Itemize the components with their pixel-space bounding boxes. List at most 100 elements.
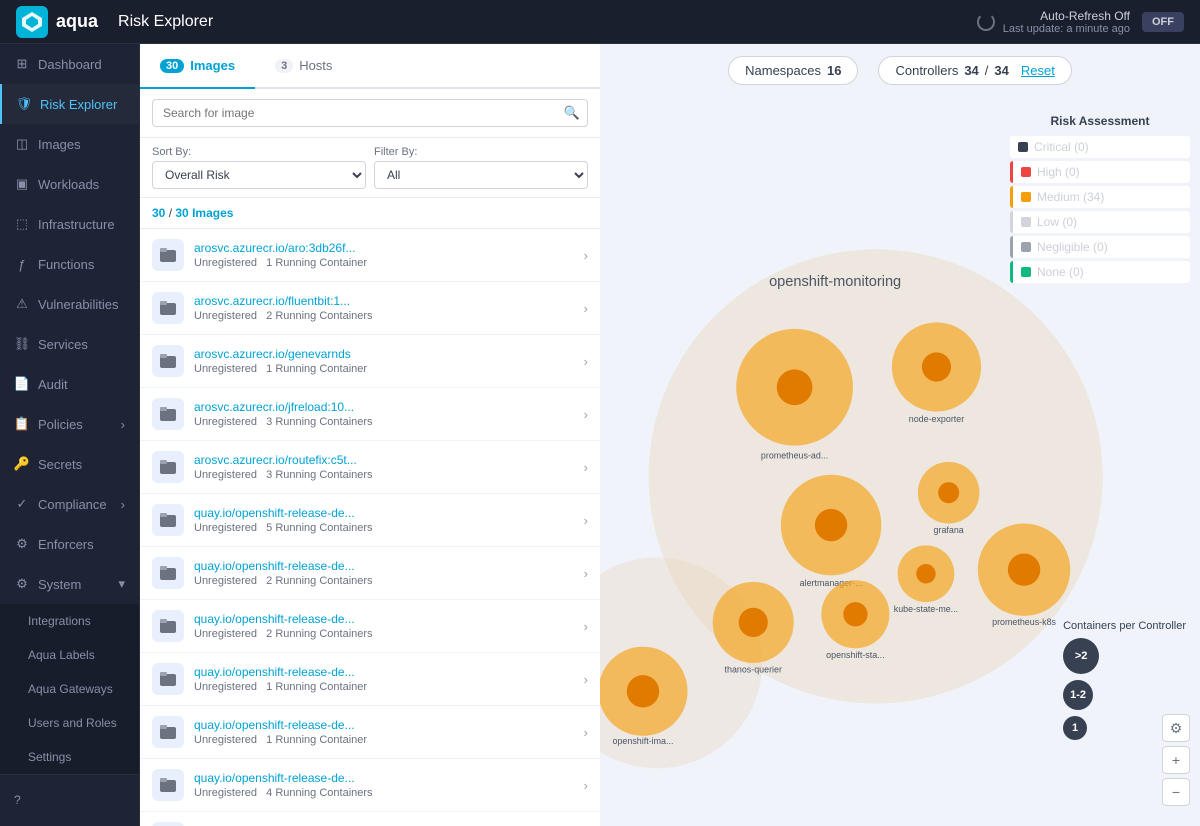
sidebar-item-aqua-gateways[interactable]: Aqua Gateways	[0, 672, 139, 706]
risk-assessment-panel: Risk Assessment Critical (0) High (0) Me…	[1000, 104, 1200, 296]
sidebar-item-settings[interactable]: Settings	[0, 740, 139, 774]
list-item[interactable]: quay.io/openshift-release-de... Unregist…	[140, 547, 600, 600]
sidebar-item-label: System	[38, 577, 81, 592]
zoom-out-button[interactable]: −	[1162, 778, 1190, 806]
tab-images[interactable]: 30 Images	[140, 44, 255, 89]
link-icon: ⛓	[14, 336, 30, 352]
list-item[interactable]: arosvc.azurecr.io/routefix:c5t... Unregi…	[140, 441, 600, 494]
sidebar: ⊞ Dashboard 🛡 Risk Explorer ◫ Images ▣ W…	[0, 44, 140, 826]
image-meta: Unregistered 1 Running Container	[194, 734, 574, 746]
filter-label: Filter By:	[374, 146, 588, 158]
sidebar-bottom-help[interactable]: ?	[0, 783, 139, 817]
list-item[interactable]: quay.io/openshift-release-de... Unregist…	[140, 600, 600, 653]
list-item[interactable]: quay.io/openshift-release-de... Unregist…	[140, 706, 600, 759]
list-item[interactable]: quay.io/openshift-release-de... Unregist…	[140, 494, 600, 547]
sidebar-item-label: Dashboard	[38, 57, 102, 72]
risk-item-negligible[interactable]: Negligible (0)	[1010, 236, 1190, 258]
chevron-down-icon: ›	[584, 354, 588, 369]
bubble-openshift-sta-inner	[843, 602, 867, 626]
sidebar-item-aqua-labels[interactable]: Aqua Labels	[0, 638, 139, 672]
search-bar: 🔍	[140, 89, 600, 138]
image-icon	[152, 345, 184, 377]
main-layout: ⊞ Dashboard 🛡 Risk Explorer ◫ Images ▣ W…	[0, 44, 1200, 826]
sidebar-item-enforcers[interactable]: ⚙ Enforcers	[0, 524, 139, 564]
auto-refresh-toggle[interactable]: OFF	[1142, 12, 1184, 32]
list-item[interactable]: arosvc.azurecr.io/fluentbit:1... Unregis…	[140, 282, 600, 335]
image-icon	[152, 504, 184, 536]
refresh-icon[interactable]	[977, 13, 995, 31]
image-icon	[152, 610, 184, 642]
list-item[interactable]: quay.io/openshift-release-de... Unregist…	[140, 812, 600, 826]
help-icon: ?	[14, 793, 21, 807]
namespaces-label: Namespaces	[745, 63, 821, 78]
sidebar-item-audit[interactable]: 📄 Audit	[0, 364, 139, 404]
sidebar-item-secrets[interactable]: 🔑 Secrets	[0, 444, 139, 484]
risk-item-medium[interactable]: Medium (34)	[1010, 186, 1190, 208]
sidebar-item-label: Audit	[38, 377, 68, 392]
sort-select[interactable]: Overall Risk	[152, 161, 366, 189]
risk-label-critical: Critical (0)	[1034, 140, 1089, 154]
tab-hosts-label: Hosts	[299, 58, 332, 73]
chevron-right-icon: ›	[121, 417, 125, 432]
risk-item-critical[interactable]: Critical (0)	[1010, 136, 1190, 158]
bubble-node-exporter-label: node-exporter	[909, 414, 964, 424]
sidebar-item-compliance[interactable]: ✓ Compliance ›	[0, 484, 139, 524]
sidebar-item-workloads[interactable]: ▣ Workloads	[0, 164, 139, 204]
sidebar-item-infrastructure[interactable]: ⬚ Infrastructure	[0, 204, 139, 244]
sidebar-item-label: Vulnerabilities	[38, 297, 118, 312]
settings-icon: ⚙	[14, 576, 30, 592]
controllers-label: Controllers	[895, 63, 958, 78]
settings-button[interactable]: ⚙	[1162, 714, 1190, 742]
sidebar-item-integrations[interactable]: Integrations	[0, 604, 139, 638]
image-name: arosvc.azurecr.io/aro:3db26f...	[194, 241, 574, 255]
list-item[interactable]: arosvc.azurecr.io/genevarnds Unregistere…	[140, 335, 600, 388]
risk-item-low[interactable]: Low (0)	[1010, 211, 1190, 233]
box-icon: ▣	[14, 176, 30, 192]
risk-label-none: None (0)	[1037, 265, 1084, 279]
image-meta: Unregistered 2 Running Containers	[194, 310, 574, 322]
list-item[interactable]: arosvc.azurecr.io/jfreload:10... Unregis…	[140, 388, 600, 441]
reset-link[interactable]: Reset	[1021, 63, 1055, 78]
tab-hosts[interactable]: 3 Hosts	[255, 44, 352, 89]
sidebar-item-users-roles[interactable]: Users and Roles	[0, 706, 139, 740]
shield-icon: 🛡	[16, 96, 32, 112]
sidebar-item-functions[interactable]: ƒ Functions	[0, 244, 139, 284]
sidebar-item-risk-explorer[interactable]: 🛡 Risk Explorer	[0, 84, 139, 124]
sidebar-bottom-notifications[interactable]: 🔔	[0, 817, 139, 826]
list-item[interactable]: arosvc.azurecr.io/aro:3db26f... Unregist…	[140, 229, 600, 282]
sidebar-item-policies[interactable]: 📋 Policies ›	[0, 404, 139, 444]
namespaces-count: 16	[827, 63, 841, 78]
sidebar-item-dashboard[interactable]: ⊞ Dashboard	[0, 44, 139, 84]
sidebar-item-vulnerabilities[interactable]: ⚠ Vulnerabilities	[0, 284, 139, 324]
topbar: aqua Risk Explorer Auto-Refresh Off Last…	[0, 0, 1200, 44]
sidebar-item-system[interactable]: ⚙ System ▾	[0, 564, 139, 604]
bubble-thanos-inner	[739, 608, 768, 637]
zoom-in-button[interactable]: +	[1162, 746, 1190, 774]
cpc-item-1-2: 1-2	[1063, 680, 1186, 710]
cpc-circle-1-2: 1-2	[1063, 680, 1093, 710]
image-icon	[152, 292, 184, 324]
sidebar-bottom: ? 🔔 A	[0, 774, 139, 826]
image-meta: Unregistered 5 Running Containers	[194, 522, 574, 534]
search-input[interactable]	[152, 99, 588, 127]
sidebar-item-label: Secrets	[38, 457, 82, 472]
sidebar-item-label: Functions	[38, 257, 94, 272]
list-item[interactable]: quay.io/openshift-release-de... Unregist…	[140, 759, 600, 812]
risk-dot-low	[1021, 217, 1031, 227]
bubble-node-exporter-inner	[922, 352, 951, 381]
bubble-prometheus-k8s-label: prometheus-k8s	[992, 617, 1056, 627]
sidebar-item-label: Images	[38, 137, 81, 152]
sidebar-item-label: Aqua Gateways	[28, 682, 113, 696]
risk-item-high[interactable]: High (0)	[1010, 161, 1190, 183]
logo: aqua	[16, 6, 98, 38]
sidebar-item-services[interactable]: ⛓ Services	[0, 324, 139, 364]
count-label: 30 / 30 Images	[140, 198, 600, 229]
sidebar-item-images[interactable]: ◫ Images	[0, 124, 139, 164]
risk-item-none[interactable]: None (0)	[1010, 261, 1190, 283]
list-item[interactable]: quay.io/openshift-release-de... Unregist…	[140, 653, 600, 706]
image-name: quay.io/openshift-release-de...	[194, 559, 574, 573]
auto-refresh-section: Auto-Refresh Off Last update: a minute a…	[977, 9, 1130, 35]
image-icon	[152, 663, 184, 695]
filter-select[interactable]: All	[374, 161, 588, 189]
search-icon[interactable]: 🔍	[564, 105, 580, 121]
